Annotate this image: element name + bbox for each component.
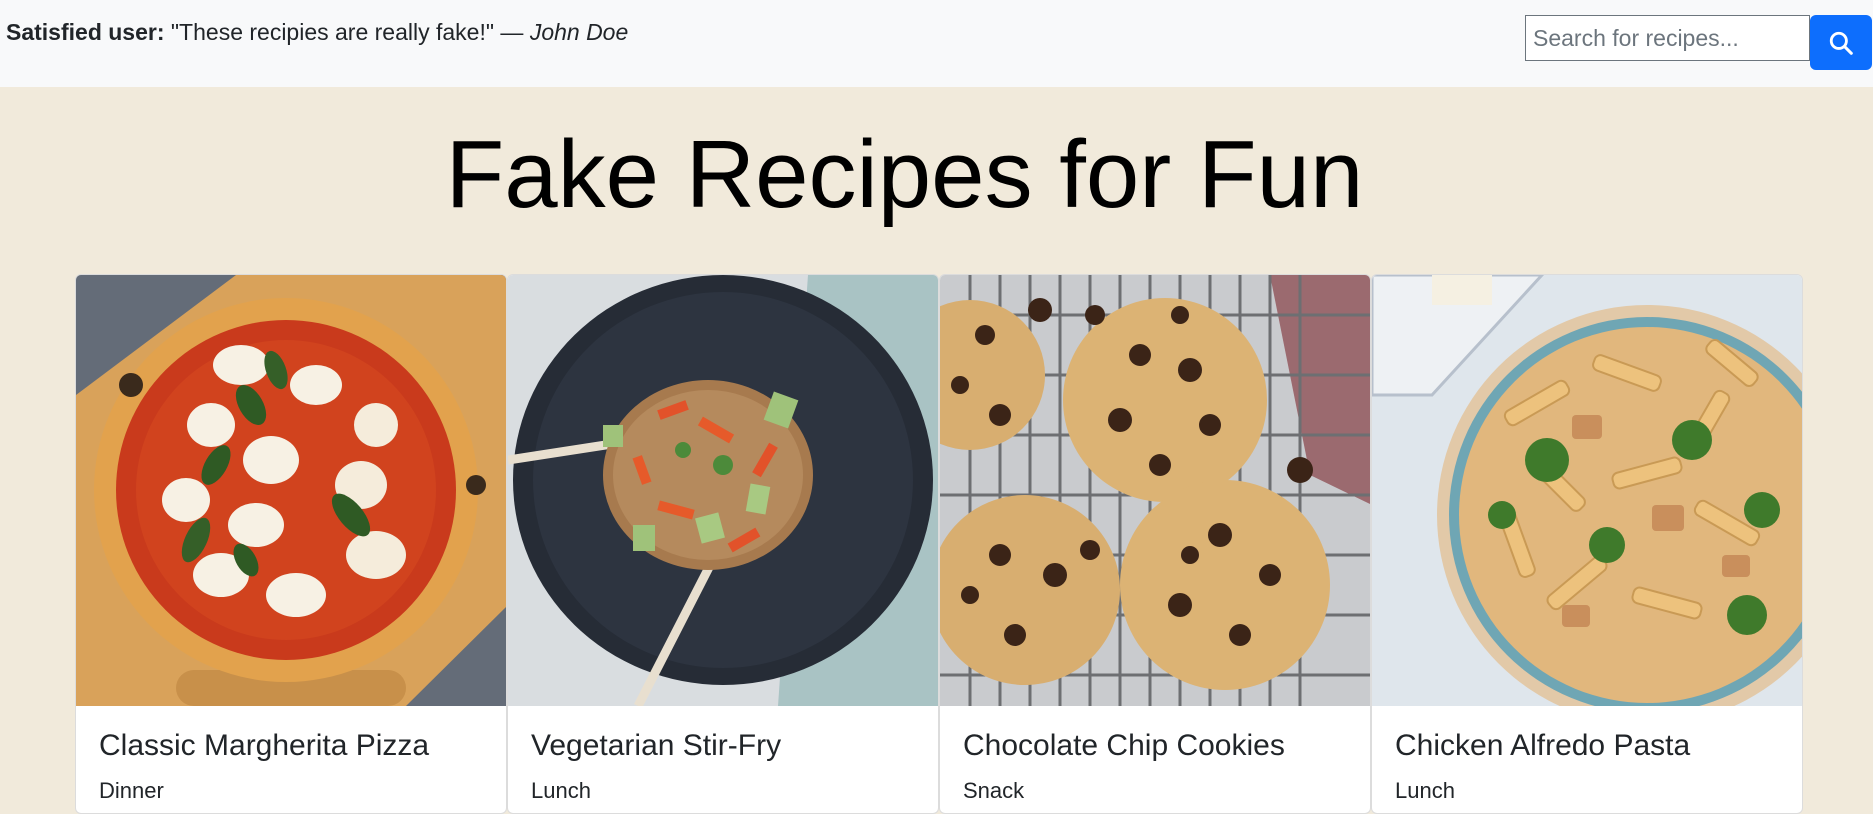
recipe-image-pizza [76, 275, 506, 706]
recipe-title[interactable]: Chicken Alfredo Pasta [1395, 728, 1779, 764]
recipe-image-cookies [940, 275, 1370, 706]
page-title: Fake Recipes for Fun [445, 121, 1364, 228]
search-input[interactable] [1525, 15, 1810, 61]
top-navbar: Satisfied user: "These recipies are real… [0, 0, 1873, 87]
recipe-card-body: Classic Margherita Pizza Dinner [76, 706, 506, 813]
recipe-image-pasta [1372, 275, 1802, 706]
recipe-card-body: Chocolate Chip Cookies Snack [940, 706, 1370, 813]
testimonial-dash: — [494, 19, 530, 45]
page-title-wrapper: Fake Recipes for Fun [0, 120, 1873, 230]
search-button[interactable] [1810, 15, 1872, 70]
recipe-card-grid: Classic Margherita Pizza Dinner Vegetari… [75, 274, 1803, 814]
recipe-card[interactable]: Vegetarian Stir-Fry Lunch [507, 274, 939, 814]
recipe-title[interactable]: Vegetarian Stir-Fry [531, 728, 915, 764]
recipe-category: Snack [963, 778, 1025, 803]
recipe-category: Dinner [99, 778, 164, 803]
recipe-category: Lunch [531, 778, 591, 803]
testimonial-author: John Doe [529, 19, 629, 45]
recipe-card[interactable]: Chocolate Chip Cookies Snack [939, 274, 1371, 814]
search-icon [1829, 31, 1853, 55]
recipe-title[interactable]: Classic Margherita Pizza [99, 728, 483, 764]
recipe-title[interactable]: Chocolate Chip Cookies [963, 728, 1347, 764]
search-form [1525, 15, 1872, 70]
recipe-category: Lunch [1395, 778, 1455, 803]
testimonial: Satisfied user: "These recipies are real… [6, 17, 628, 47]
testimonial-lead: Satisfied user: [6, 19, 165, 45]
recipe-card-body: Vegetarian Stir-Fry Lunch [508, 706, 938, 813]
testimonial-quote: "These recipies are really fake!" [170, 19, 495, 45]
recipe-card[interactable]: Classic Margherita Pizza Dinner [75, 274, 507, 814]
recipe-card-body: Chicken Alfredo Pasta Lunch [1372, 706, 1802, 813]
recipe-card[interactable]: Chicken Alfredo Pasta Lunch [1371, 274, 1803, 814]
recipe-image-stir-fry [508, 275, 938, 706]
